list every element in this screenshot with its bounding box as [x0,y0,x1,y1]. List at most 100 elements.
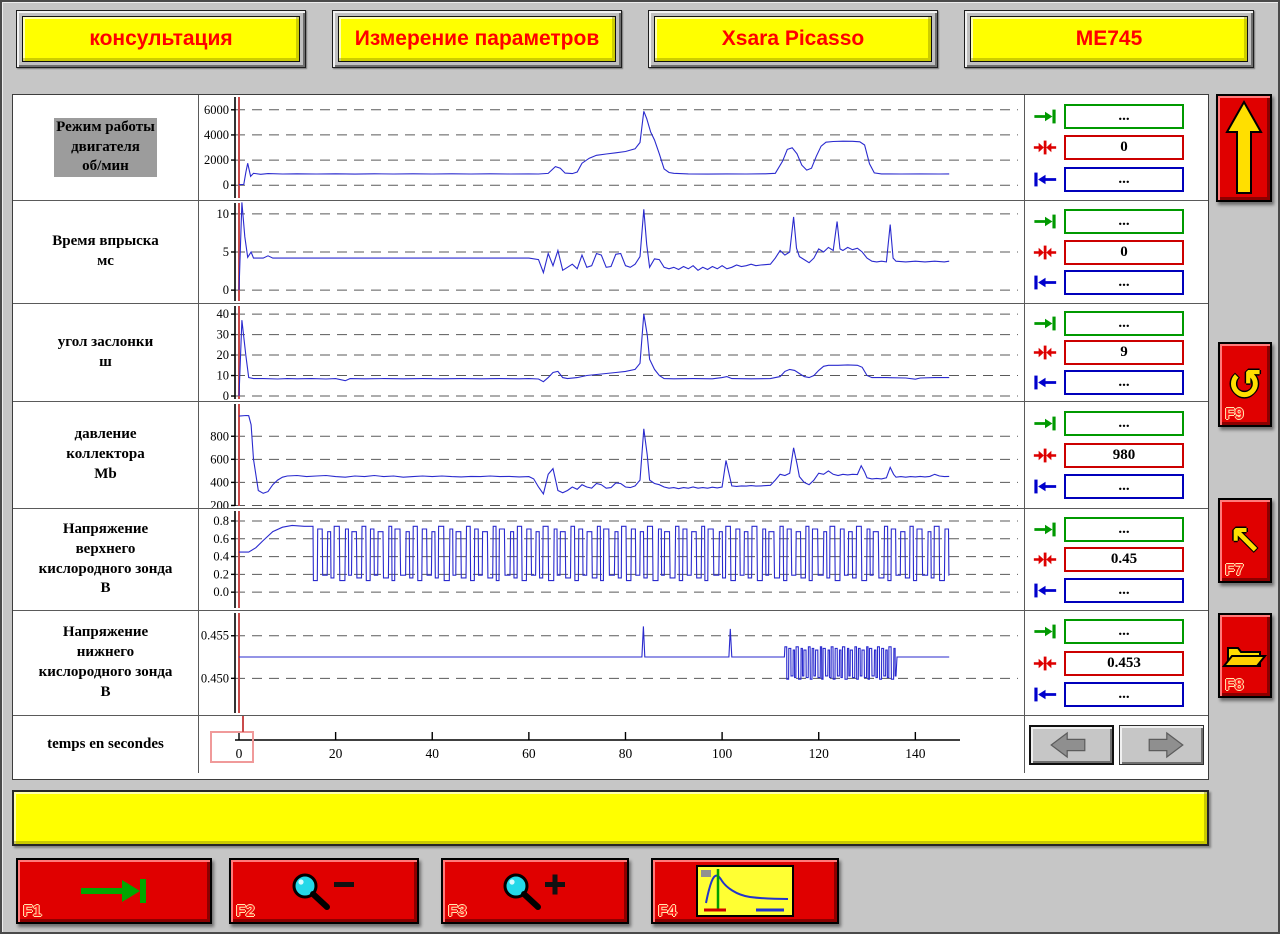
chart-row-engine-rpm: Режим работы двигателя об/мин 6000400020… [13,95,1208,201]
header-bar: консультация Измерение параметров Xsara … [16,10,1254,68]
header-button-measurement[interactable]: Измерение параметров [338,16,616,62]
chart-plot-throttle-angle[interactable]: 403020100 [199,304,1024,401]
chart-values-engine-rpm: ... 0 ... [1024,95,1208,200]
value-box-min: ... [1064,474,1184,499]
svg-text:10: 10 [217,207,230,221]
value-box-max: ... [1064,517,1184,542]
scroll-left-button[interactable] [1029,725,1114,765]
svg-text:0: 0 [236,746,243,761]
chart-values-upstream-o2: ... 0.45 ... [1024,509,1208,610]
f2-label: F2 [236,903,255,921]
f3-zoom-in-button[interactable]: F3 [441,858,629,924]
svg-text:4000: 4000 [204,128,229,142]
value-box-current: 0 [1064,135,1184,160]
svg-text:60: 60 [522,746,536,761]
chart-values-manifold-pressure: ... 980 ... [1024,402,1208,508]
value-row-current: 9 [1025,340,1208,365]
svg-text:0: 0 [223,389,229,401]
chart-label-text: угол заслонки ш [56,333,155,373]
chart-label-text: давление коллектора Mb [64,425,146,484]
chart-plot-manifold-pressure[interactable]: 800600400200 [199,402,1024,508]
status-bar [12,790,1209,846]
left-arrow-icon [1044,729,1100,761]
chart-plot-injection-time[interactable]: 1050 [199,201,1024,303]
header-button-frame: консультация [16,10,306,68]
rotate-arrow-icon: ↺ [1227,364,1262,406]
svg-text:40: 40 [425,746,439,761]
cursor-to-end-icon [1033,415,1057,432]
cursor-current-icon [1033,447,1057,464]
value-box-current: 9 [1064,340,1184,365]
value-row-current: 0.45 [1025,547,1208,572]
value-box-max: ... [1064,411,1184,436]
cursor-to-end-icon [1033,623,1057,640]
cursor-to-end-icon [1033,315,1057,332]
f8-open-button[interactable]: F8 [1218,613,1272,698]
cursor-to-start-icon [1033,171,1057,188]
chart-label-text: Напряжение верхнего кислородного зонда В [37,520,175,599]
value-box-min: ... [1064,167,1184,192]
f4-graph-view-button[interactable]: F4 [651,858,839,924]
svg-text:0.0: 0.0 [213,585,229,599]
chart-label-injection-time: Время впрыска мс [13,201,199,303]
value-box-min: ... [1064,682,1184,707]
svg-text:0.6: 0.6 [213,532,229,546]
app-window: консультация Измерение параметров Xsara … [0,0,1280,934]
zoom-out-icon [288,869,360,913]
zoom-in-icon [499,869,571,913]
f2-zoom-out-button[interactable]: F2 [229,858,419,924]
chart-plot-engine-rpm[interactable]: 6000400020000 [199,95,1024,200]
svg-text:5: 5 [223,245,229,259]
scroll-up-button[interactable] [1216,94,1272,202]
chart-label-text: Режим работы двигателя об/мин [54,118,157,177]
value-box-max: ... [1064,619,1184,644]
chart-label-throttle-angle: угол заслонки ш [13,304,199,401]
svg-text:400: 400 [210,475,229,489]
value-row-min: ... [1025,578,1208,603]
cursor-to-start-icon [1033,374,1057,391]
time-axis-plot[interactable]: 020406080100120140 [199,716,1024,773]
value-box-current: 980 [1064,443,1184,468]
value-row-max: ... [1025,619,1208,644]
value-box-min: ... [1064,578,1184,603]
svg-text:100: 100 [712,746,733,761]
cursor-current-icon [1033,344,1057,361]
value-row-min: ... [1025,167,1208,192]
svg-text:0.8: 0.8 [213,514,229,528]
f7-back-button[interactable]: ↖ F7 [1218,498,1272,583]
value-row-current: 0.453 [1025,651,1208,676]
svg-text:20: 20 [217,348,230,362]
header-button-consultation[interactable]: консультация [22,16,300,62]
value-row-max: ... [1025,104,1208,129]
svg-text:30: 30 [217,328,230,342]
svg-text:0.455: 0.455 [201,629,229,643]
value-row-max: ... [1025,517,1208,542]
header-button-frame: ME745 [964,10,1254,68]
header-button-vehicle[interactable]: Xsara Picasso [654,16,932,62]
chart-row-manifold-pressure: давление коллектора Mb 800600400200 ... … [13,402,1208,509]
svg-text:0.4: 0.4 [213,550,229,564]
chart-label-text: Напряжение нижнего кислородного зонда В [37,623,175,702]
svg-text:0.2: 0.2 [213,567,229,581]
svg-text:0.450: 0.450 [201,671,229,685]
svg-text:120: 120 [809,746,830,761]
value-row-min: ... [1025,474,1208,499]
scroll-right-button[interactable] [1119,725,1204,765]
header-button-ecu[interactable]: ME745 [970,16,1248,62]
chart-label-engine-rpm: Режим работы двигателя об/мин [13,95,199,200]
chart-row-downstream-o2: Напряжение нижнего кислородного зонда В … [13,611,1208,716]
f9-refresh-button[interactable]: ↺ F9 [1218,342,1272,427]
open-folder-icon [1222,638,1268,674]
chart-plot-upstream-o2[interactable]: 0.8 0.6 0.4 0.2 0.0 [199,509,1024,610]
chart-label-downstream-o2: Напряжение нижнего кислородного зонда В [13,611,199,715]
f7-label: F7 [1225,562,1244,580]
cursor-current-icon [1033,139,1057,156]
f1-step-button[interactable]: F1 [16,858,212,924]
svg-text:140: 140 [905,746,926,761]
cursor-current-icon [1033,655,1057,672]
svg-text:600: 600 [210,452,229,466]
value-row-current: 980 [1025,443,1208,468]
value-box-current: 0 [1064,240,1184,265]
step-to-end-icon [78,876,150,906]
chart-plot-downstream-o2[interactable]: 0.455 0.450 [199,611,1024,715]
